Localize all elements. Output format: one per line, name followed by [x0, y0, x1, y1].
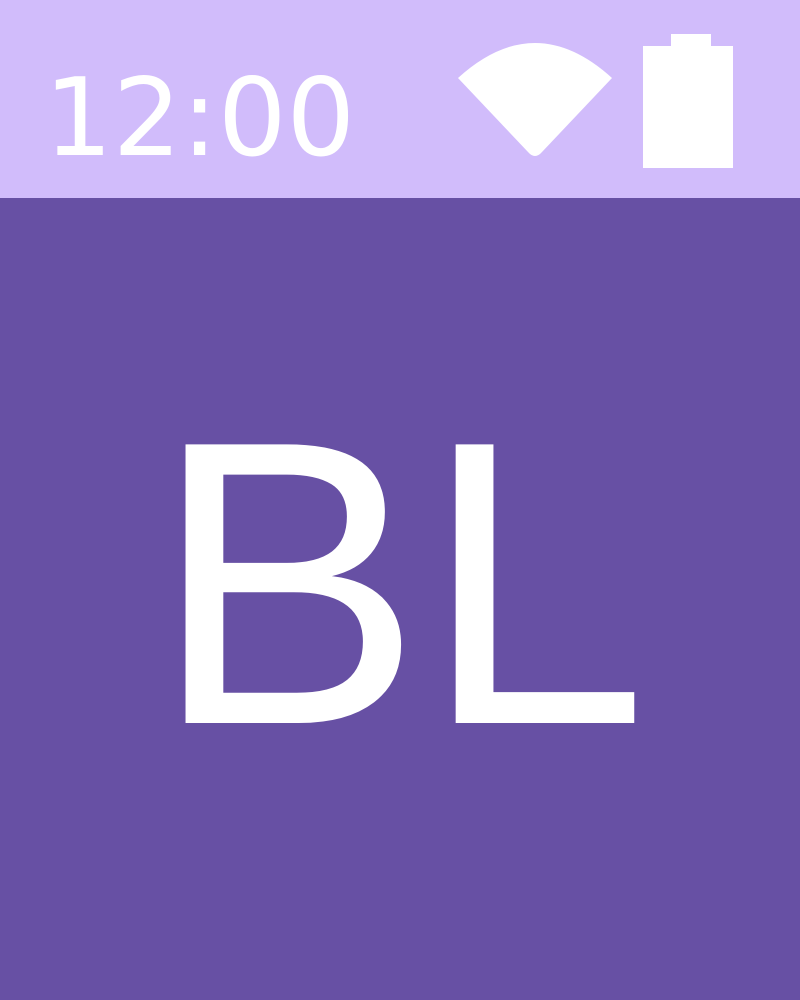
status-time: 12:00 — [44, 56, 356, 181]
status-bar: 12:00 — [0, 0, 800, 198]
wifi-icon — [458, 43, 612, 156]
screen: 12:00 BL — [0, 0, 800, 1000]
avatar-initials: BL — [152, 356, 648, 809]
content-area: BL — [0, 198, 800, 1000]
battery-icon — [643, 34, 733, 168]
